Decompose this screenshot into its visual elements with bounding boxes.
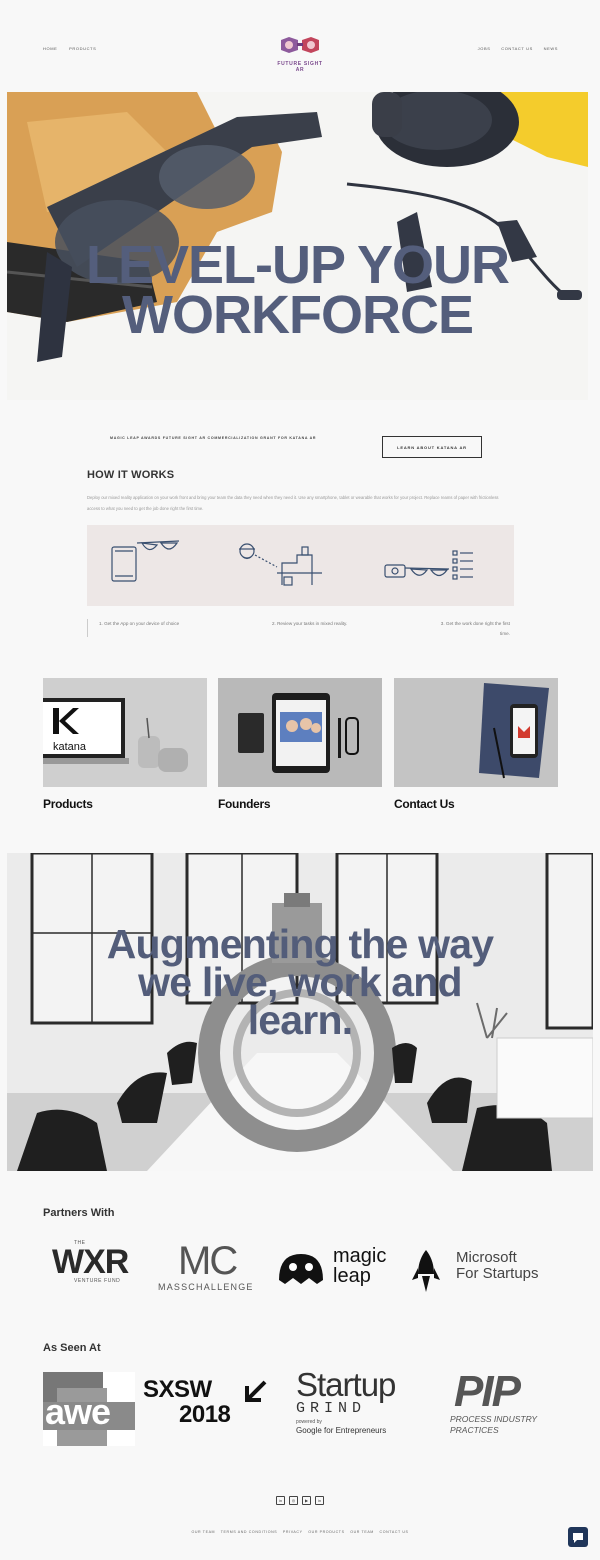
worker-pipes-icon [239,543,322,586]
footer-link-terms[interactable]: Terms and Conditions [221,1530,278,1534]
learn-about-katana-button[interactable]: LEARN ABOUT KATANA AR [382,436,482,458]
logo-text: FUTURE SIGHT AR [277,61,323,73]
nav-products-link[interactable]: Products [69,46,96,51]
founders-card-title[interactable]: Founders [218,797,382,811]
how-it-works-title: HOW IT WORKS [87,469,175,481]
youtube-icon[interactable]: ▶ [302,1496,311,1505]
partner-wxr-logo: THE WXR VENTURE FUND [52,1240,157,1295]
step-2: 2. Review your tasks in mixed reality. [272,621,348,626]
awe-text: awe [45,1391,111,1432]
mission-headline: Augmenting the way we live, work and lea… [7,921,593,1043]
tablet-photo-image [218,678,382,787]
contact-card[interactable]: Contact Us [394,678,558,811]
wxr-sub-text: VENTURE FUND [74,1278,121,1284]
grant-announcement: MAGIC LEAP AWARDS FUTURE SIGHT AR COMMER… [110,436,317,440]
laptop-image: katana [43,678,207,787]
seen-at-awe-logo: awe [43,1372,135,1446]
partners-title: Partners With [43,1207,115,1219]
mc-main-text: MC [178,1239,238,1283]
logo-mark-icon [281,37,319,53]
sxsw-year-text: 2018 [179,1401,231,1428]
step-1: 1. Get the App on your device of choice [99,621,180,626]
contact-card-title[interactable]: Contact Us [394,797,558,811]
nav-home-link[interactable]: Home [43,46,57,51]
products-card[interactable]: katana Products [43,678,207,811]
linkedin-icon[interactable]: in [315,1496,324,1505]
startup-text: Startup [296,1366,396,1403]
site-header: Home Products FUTURE SIGHT AR Jobs Conta… [0,0,600,90]
instagram-icon[interactable]: ◎ [289,1496,298,1505]
partner-magicleap-logo: magic leap [275,1246,405,1296]
footer-link-our-team[interactable]: Our Team [191,1530,215,1534]
google-entrepreneurs-text: Google for Entrepreneurs [296,1426,387,1435]
hero-banner: LEVEL-UP YOUR WORKFORCE [7,92,588,400]
grind-text: GRIND [296,1400,367,1417]
nav-left: Home Products [43,46,106,51]
footer-link-our-team-2[interactable]: Our Team [350,1530,374,1534]
footer-link-contact[interactable]: Contact Us [380,1530,409,1534]
mission-headline-line1: Augmenting the way [106,921,494,967]
footer-link-our-products[interactable]: Our Products [308,1530,344,1534]
partner-masschallenge-logo: MC MASSCHALLENGE [158,1240,273,1300]
checklist-icon [384,550,473,580]
mission-banner: Augmenting the way we live, work and lea… [7,853,593,1171]
nav-right: Jobs Contact Us News [469,46,558,51]
nav-jobs-link[interactable]: Jobs [478,46,491,51]
pip-text: PIP [454,1367,521,1416]
chat-button[interactable] [568,1527,588,1547]
magicleap-text-2: leap [333,1265,371,1287]
magicleap-text-1: magic [333,1245,387,1267]
arrow-down-left-icon [245,1380,267,1402]
footer-link-privacy[interactable]: Privacy [283,1530,303,1534]
nav-news-link[interactable]: News [544,46,558,51]
hero-headline: LEVEL-UP YOUR WORKFORCE [7,235,588,345]
seen-at-pip-logo: PIP PROCESS INDUSTRY PRACTICES [450,1370,560,1450]
rocket-icon [412,1250,440,1292]
steps-illustration [87,525,514,606]
ar-glasses-icon [136,540,180,551]
tablet-icon [111,546,137,582]
magicleap-mark-icon [279,1254,323,1284]
steps-icons [111,540,473,586]
hero-headline-line1: LEVEL-UP YOUR [85,235,510,295]
seen-at-sxsw-logo: SXSW 2018 [143,1378,273,1438]
katana-logo-text: katana [53,741,87,753]
partner-microsoft-logo: Microsoft For Startups [412,1248,542,1298]
mission-headline-line3: learn. [247,997,353,1043]
linkedin-icon[interactable]: in [276,1496,285,1505]
chat-icon [573,1533,583,1543]
pip-sub-text-2: PRACTICES [450,1425,499,1435]
phone-notebook-image [394,678,558,787]
powered-by-text: powered by [296,1419,322,1425]
nav-contact-link[interactable]: Contact Us [501,46,533,51]
microsoft-text-1: Microsoft [456,1249,517,1266]
wxr-main-text: WXR [52,1243,129,1281]
seen-at-title: As Seen At [43,1342,101,1354]
mc-sub-text: MASSCHALLENGE [158,1282,254,1292]
step-3: 3. Get the work done right the first tim… [440,621,510,636]
site-logo[interactable]: FUTURE SIGHT AR [275,36,325,73]
products-card-image[interactable]: katana [43,678,207,787]
microsoft-text-2: For Startups [456,1265,539,1282]
how-it-works-description: Deploy our mixed reality application on … [87,495,499,511]
founders-card[interactable]: Founders [218,678,382,811]
contact-card-image[interactable] [394,678,558,787]
pip-sub-text-1: PROCESS INDUSTRY [450,1414,538,1424]
founders-card-image[interactable] [218,678,382,787]
mission-headline-line2: we live, work and [138,959,462,1005]
products-card-title[interactable]: Products [43,797,207,811]
seen-at-startupgrind-logo: Startup GRIND powered by Google for Entr… [296,1368,431,1448]
footer-links: Our Team Terms and Conditions Privacy Ou… [0,1530,600,1534]
hero-headline-line2: WORKFORCE [122,285,474,345]
steps-divider [87,619,88,637]
